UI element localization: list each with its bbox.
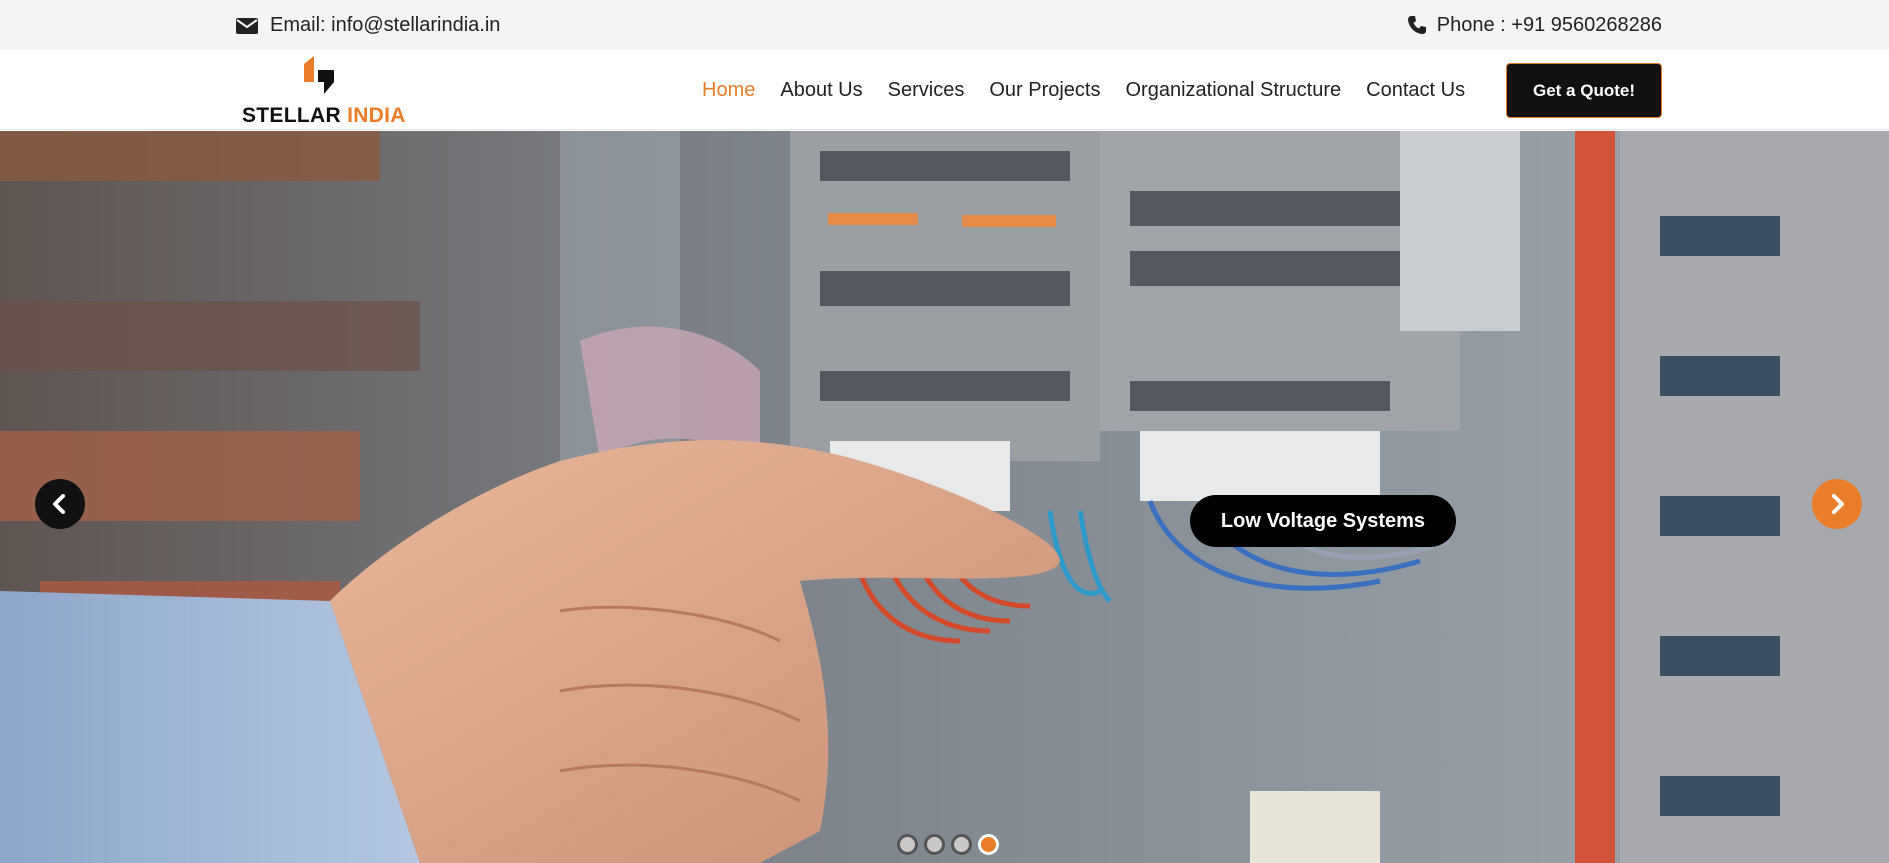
phone-text: Phone : +91 9560268286	[1436, 13, 1662, 36]
nav-about-us[interactable]: About Us	[780, 79, 862, 102]
slider-dot-1[interactable]	[897, 834, 918, 855]
nav-services[interactable]: Services	[888, 79, 965, 102]
slider-pagination	[897, 834, 1005, 855]
slider-dot-4[interactable]	[978, 834, 999, 855]
nav-our-projects[interactable]: Our Projects	[989, 79, 1100, 102]
site-logo[interactable]: STELLAR INDIA	[240, 52, 416, 128]
nav-organizational-structure[interactable]: Organizational Structure	[1125, 79, 1341, 102]
slider-dot-3[interactable]	[951, 834, 972, 855]
slider-next-button[interactable]	[1812, 479, 1862, 529]
email-contact[interactable]: Email: info@stellarindia.in	[236, 0, 500, 50]
nav-contact-us[interactable]: Contact Us	[1366, 79, 1465, 102]
logo-mark-icon	[304, 56, 334, 94]
main-nav: Home About Us Services Our Projects Orga…	[702, 50, 1490, 130]
get-a-quote-button[interactable]: Get a Quote!	[1506, 63, 1662, 118]
hero-slider: Low Voltage Systems	[0, 131, 1889, 863]
phone-contact[interactable]: Phone : +91 9560268286	[1407, 0, 1662, 50]
chevron-left-icon	[53, 494, 65, 514]
envelope-icon	[236, 17, 258, 34]
hero-slide-image	[0, 131, 1889, 863]
top-contact-bar: Email: info@stellarindia.in Phone : +91 …	[0, 0, 1889, 50]
chevron-right-icon	[1832, 494, 1844, 514]
slide-caption: Low Voltage Systems	[1190, 495, 1456, 547]
phone-icon	[1407, 15, 1427, 35]
email-text: Email: info@stellarindia.in	[270, 13, 501, 36]
logo-wordmark: STELLAR INDIA	[242, 104, 406, 127]
nav-home[interactable]: Home	[702, 79, 755, 102]
site-header: STELLAR INDIA Home About Us Services Our…	[0, 50, 1889, 130]
slider-prev-button[interactable]	[35, 479, 85, 529]
slider-dot-2[interactable]	[924, 834, 945, 855]
